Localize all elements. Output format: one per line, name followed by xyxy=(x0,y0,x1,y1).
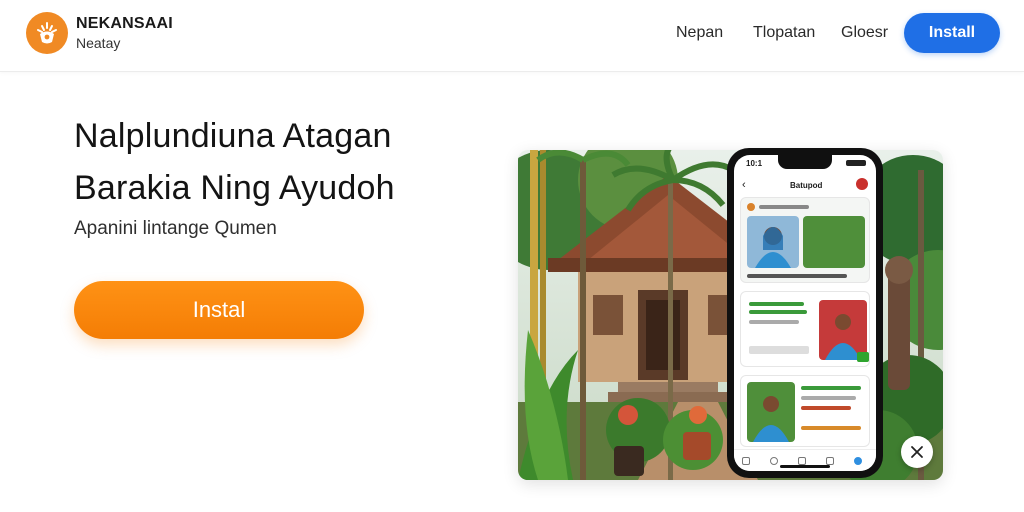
header-install-button[interactable]: Install xyxy=(904,13,1000,53)
card-1-portrait-image xyxy=(747,216,799,268)
hero-headline: Nalplundiuna Atagan Barakia Ning Ayudoh xyxy=(74,110,395,214)
battery-icon xyxy=(846,160,866,166)
card-1-caption xyxy=(747,274,847,278)
brand-name[interactable]: NEKANSAAI xyxy=(76,15,173,33)
card-1-author-icon xyxy=(747,203,755,211)
card-2-subtitle xyxy=(749,310,807,314)
tab-home-icon[interactable] xyxy=(742,457,750,465)
card-1-garden-image xyxy=(803,216,865,268)
feed-card-2[interactable] xyxy=(740,291,870,367)
brand-subtitle: Neatay xyxy=(76,35,121,51)
back-arrow-icon[interactable]: ‹ xyxy=(742,179,746,191)
feed-card-3[interactable] xyxy=(740,375,870,447)
card-3-meta xyxy=(801,406,851,410)
install-cta-button[interactable]: Instal xyxy=(74,281,364,339)
close-icon[interactable] xyxy=(901,436,933,468)
card-3-text xyxy=(801,396,856,400)
card-2-text xyxy=(749,320,799,324)
nav-link-3[interactable]: Gloesr xyxy=(841,24,888,42)
tab-chat-icon[interactable] xyxy=(826,457,834,465)
phone-mockup: 10:1 ‹ Batupod xyxy=(727,148,883,478)
card-3-title xyxy=(801,386,861,390)
top-header: NEKANSAAI Neatay Nepan Tlopatan Gloesr I… xyxy=(0,0,1024,72)
phone-notch xyxy=(778,155,832,169)
app-title: Batupod xyxy=(790,181,823,190)
brand-logo-icon[interactable] xyxy=(26,12,68,54)
hero-subtitle: Apanini lintange Qumen xyxy=(74,218,277,239)
card-3-actions[interactable] xyxy=(801,426,861,430)
headline-line-2: Barakia Ning Ayudoh xyxy=(74,169,395,207)
tab-search-icon[interactable] xyxy=(770,457,778,465)
card-2-title xyxy=(749,302,804,306)
tab-add-icon[interactable] xyxy=(798,457,806,465)
card-3-portrait-image xyxy=(747,382,795,442)
card-2-badge xyxy=(857,352,869,362)
card-2-actions[interactable] xyxy=(749,346,809,354)
nav-link-2[interactable]: Tlopatan xyxy=(753,24,815,42)
nav-link-1[interactable]: Nepan xyxy=(676,24,723,42)
phone-tab-bar xyxy=(734,449,876,471)
card-2-image xyxy=(819,300,867,360)
home-indicator xyxy=(780,465,830,468)
profile-avatar-icon[interactable] xyxy=(856,178,868,190)
feed-card-1[interactable] xyxy=(740,197,870,283)
tab-profile-icon[interactable] xyxy=(854,457,862,465)
card-1-text xyxy=(759,205,809,209)
phone-time: 10:1 xyxy=(746,159,763,168)
phone-screen: 10:1 ‹ Batupod xyxy=(734,155,876,471)
headline-line-1: Nalplundiuna Atagan xyxy=(74,117,392,155)
